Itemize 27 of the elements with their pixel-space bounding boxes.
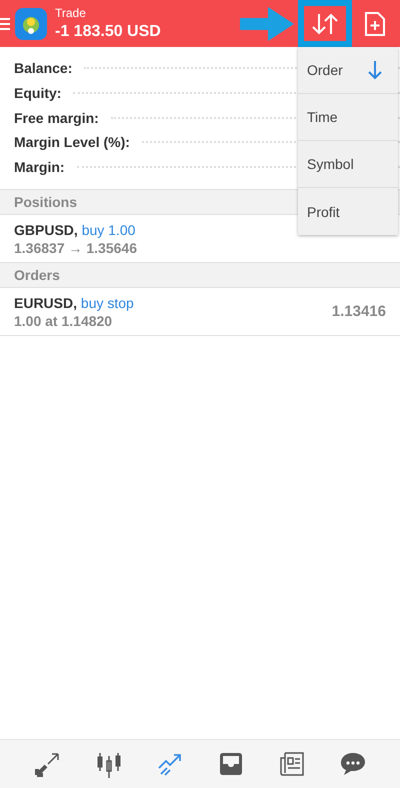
trade-title: GBPUSD, buy 1.00 bbox=[14, 222, 136, 238]
sort-down-arrow-icon bbox=[368, 60, 382, 80]
account-amount: -1 183.50 USD bbox=[55, 23, 161, 41]
candlestick-icon[interactable] bbox=[94, 750, 122, 778]
pointer-arrow-icon bbox=[240, 6, 294, 40]
chat-icon[interactable] bbox=[338, 750, 366, 778]
sort-option[interactable]: Order bbox=[298, 47, 398, 94]
trade-row[interactable]: EURUSD, buy stop 1.00 at 1.14820 1.13416 bbox=[0, 288, 400, 336]
sort-option[interactable]: Time bbox=[298, 94, 398, 141]
summary-label: Margin: bbox=[14, 159, 65, 176]
trade-title: EURUSD, buy stop bbox=[14, 294, 135, 311]
trade-detail: 1.00 at 1.14820 bbox=[14, 312, 114, 329]
summary-label: Free margin: bbox=[14, 110, 99, 126]
trade-value: 1.13416 bbox=[332, 303, 386, 320]
new-order-icon[interactable] bbox=[364, 10, 386, 36]
sort-button[interactable] bbox=[298, 0, 352, 47]
app-logo-icon bbox=[15, 8, 47, 40]
section-header: Orders bbox=[0, 263, 400, 288]
menu-icon[interactable] bbox=[0, 16, 10, 30]
newspaper-icon[interactable] bbox=[278, 750, 306, 778]
trade-detail: 1.36837 → 1.35646 bbox=[14, 240, 138, 256]
summary-label: Balance: bbox=[14, 60, 72, 76]
summary-label: Equity: bbox=[14, 85, 62, 102]
sort-option[interactable]: Symbol bbox=[298, 141, 398, 188]
sort-icon bbox=[311, 12, 339, 36]
summary-label: Margin Level (%): bbox=[14, 134, 130, 150]
screen-title: Trade bbox=[55, 6, 87, 20]
